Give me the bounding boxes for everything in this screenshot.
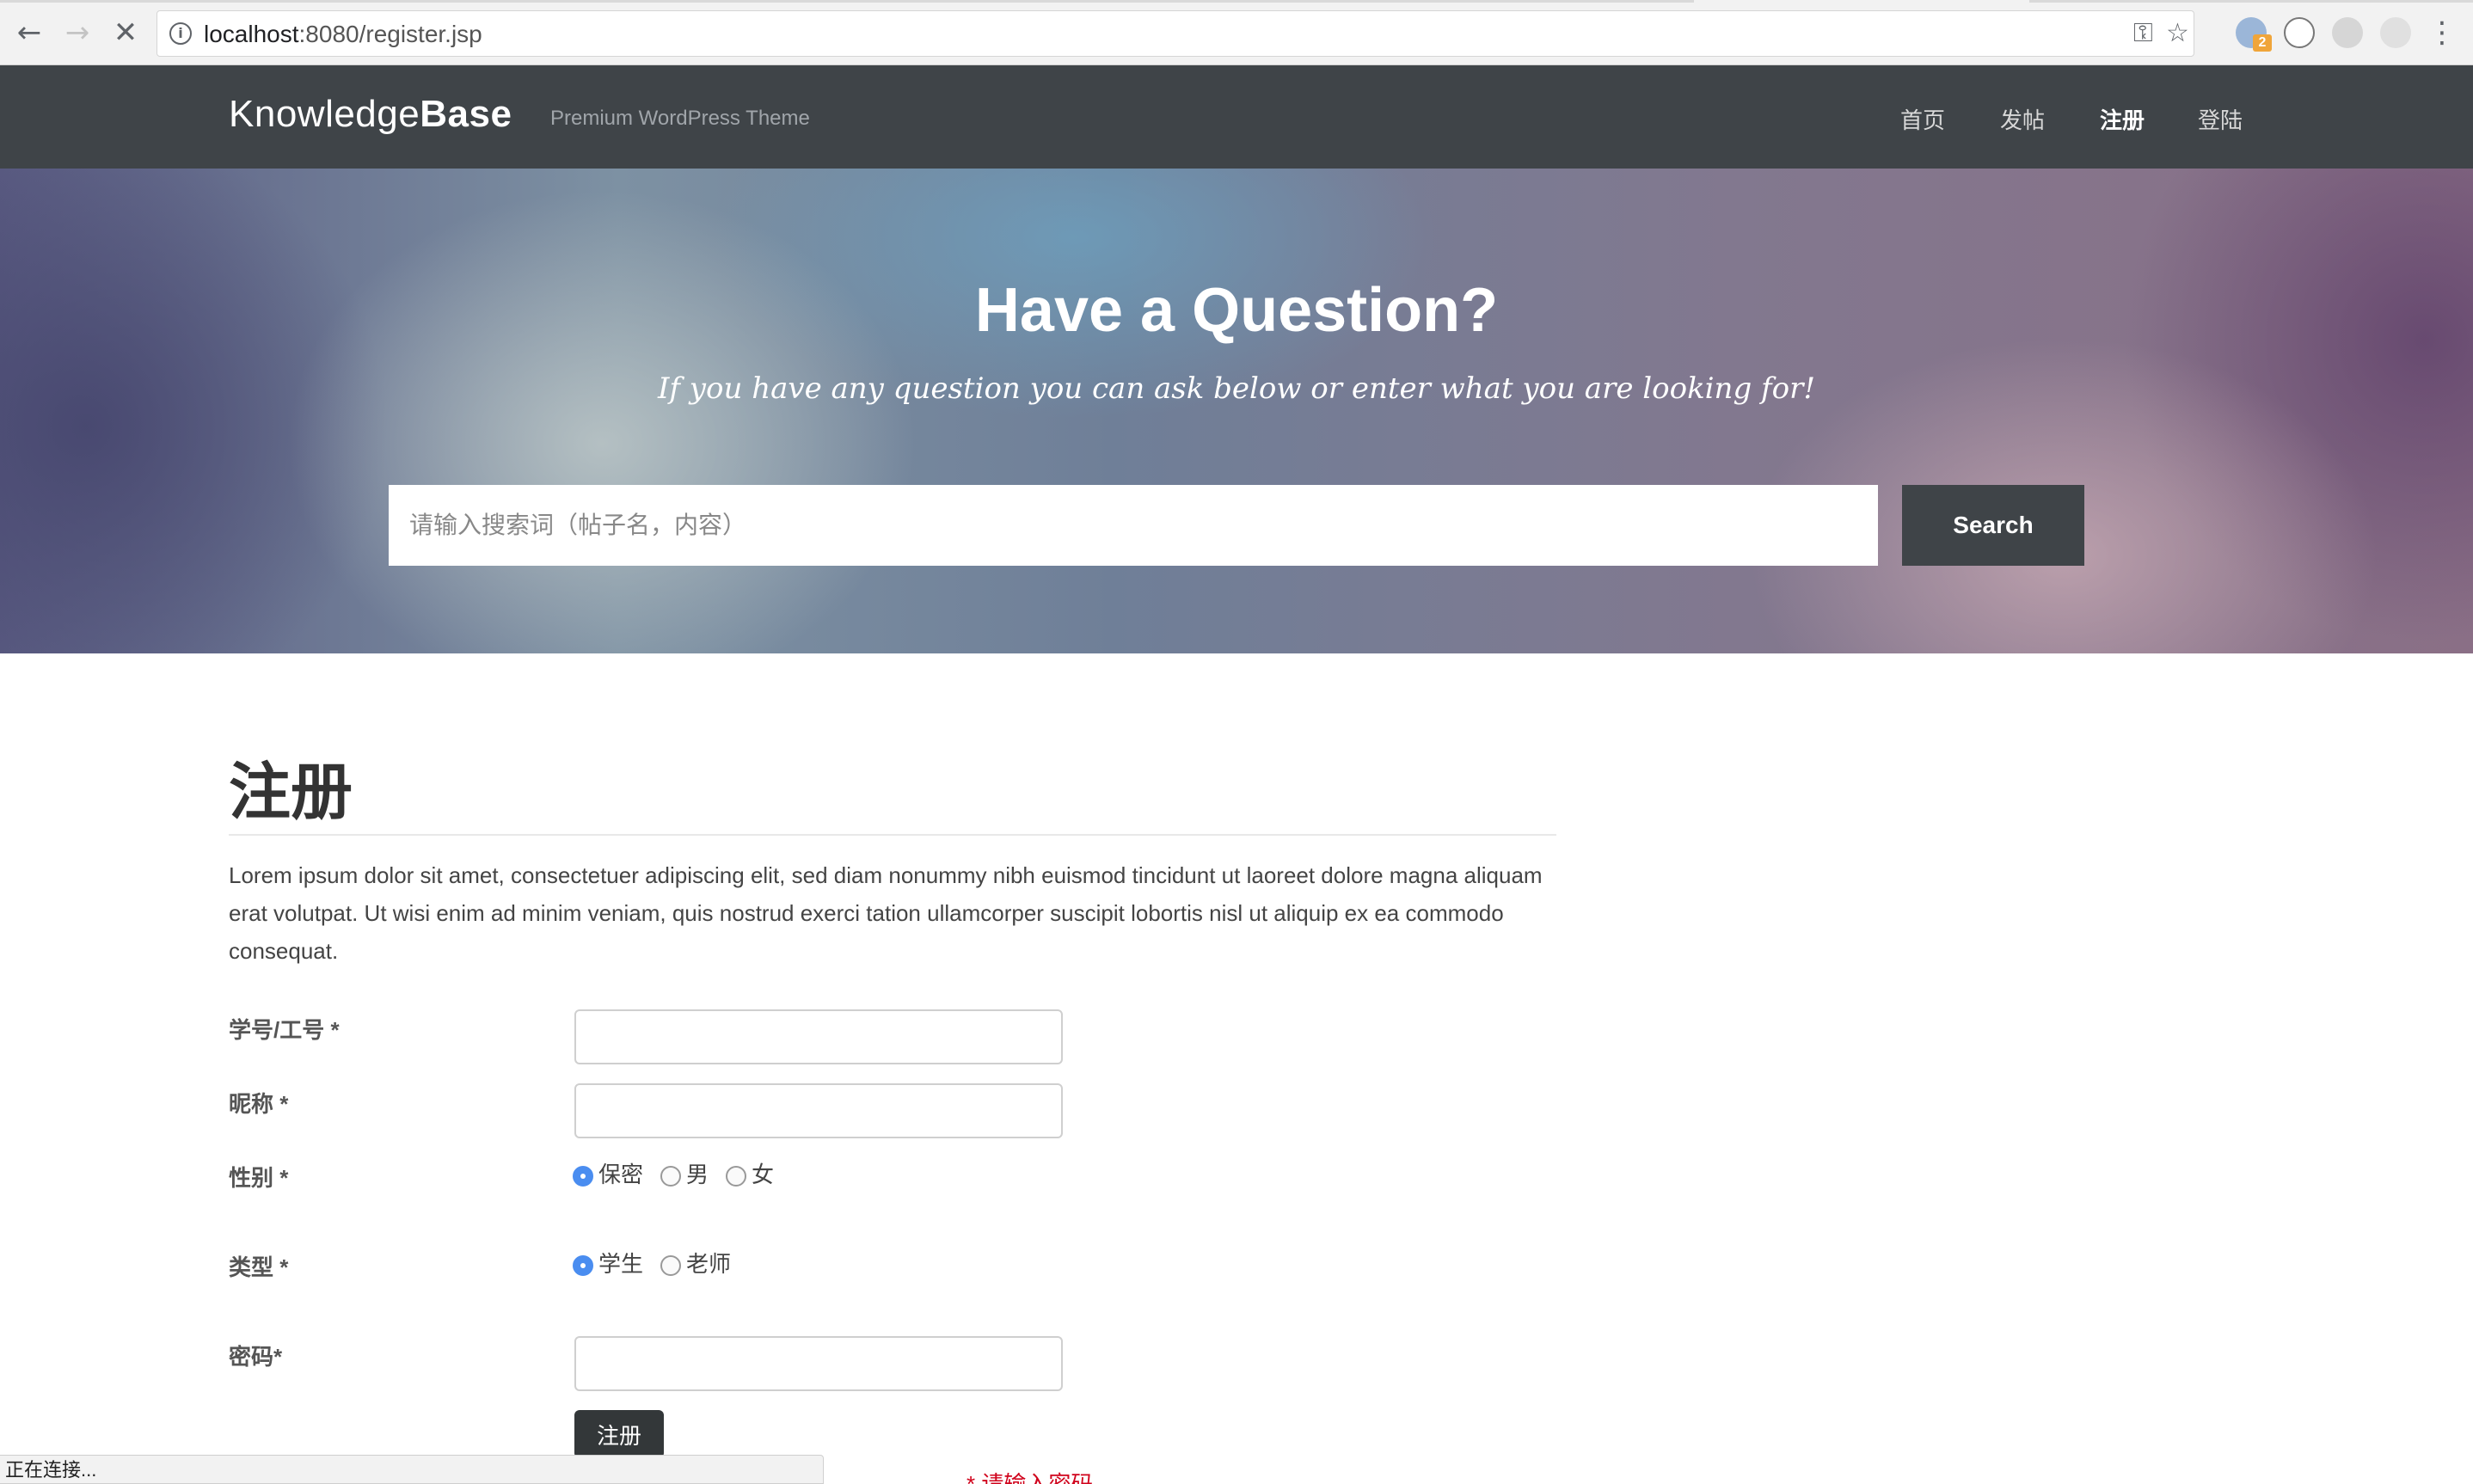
title-divider (229, 834, 1556, 836)
gender-radio-group: 保密 男 女 (573, 1157, 791, 1189)
type-option-label: 老师 (686, 1251, 732, 1277)
type-label: 类型 * (229, 1254, 289, 1280)
nickname-label: 昵称 * (229, 1091, 289, 1117)
logo-regular: Knowledge (229, 93, 420, 135)
extension-parachute-icon[interactable] (2332, 17, 2363, 48)
nav-item-register[interactable]: 注册 (2100, 103, 2145, 135)
nickname-field[interactable] (574, 1083, 1063, 1138)
gender-radio-male[interactable] (660, 1165, 682, 1187)
intro-text: Lorem ipsum dolor sit amet, consectetuer… (229, 862, 1543, 964)
type-radio-teacher[interactable] (660, 1254, 682, 1276)
student-id-label: 学号/工号 * (229, 1017, 340, 1043)
address-bar[interactable]: i localhost:8080/register.jsp ⚿ ☆ (156, 10, 2194, 57)
loading-progress-bar (0, 0, 1694, 3)
forward-icon[interactable]: → (60, 15, 95, 50)
extension-cat-icon[interactable] (2284, 17, 2315, 48)
gender-radio-secret[interactable] (573, 1165, 593, 1187)
site-logo[interactable]: KnowledgeBase (229, 93, 512, 136)
page-title: 注册 (229, 758, 353, 827)
browser-menu-icon[interactable]: ⋮ (2425, 15, 2459, 50)
url-text[interactable]: localhost:8080/register.jsp (204, 21, 482, 48)
nav-item-login[interactable]: 登陆 (2198, 103, 2243, 135)
password-label: 密码* (229, 1344, 283, 1370)
password-field[interactable] (574, 1336, 1063, 1391)
hero-banner: Have a Question? If you have any questio… (0, 169, 2473, 653)
url-host: localhost (204, 21, 299, 47)
logo-bold: Base (420, 93, 512, 135)
site-tagline: Premium WordPress Theme (550, 107, 810, 130)
extension-badge: 2 (2253, 34, 2272, 52)
nav-item-post[interactable]: 发帖 (2000, 103, 2045, 135)
gender-label: 性别 * (229, 1165, 289, 1191)
nav-item-home[interactable]: 首页 (1900, 103, 1945, 135)
browser-status-bar: 正在连接... (0, 1455, 824, 1484)
register-submit-button[interactable]: 注册 (574, 1410, 664, 1458)
search-button[interactable]: Search (1902, 485, 2084, 566)
type-radio-student[interactable] (573, 1254, 593, 1276)
stop-loading-icon[interactable]: ✕ (108, 15, 143, 50)
url-path: :8080/register.jsp (298, 21, 482, 47)
student-id-field[interactable] (574, 1009, 1063, 1064)
gender-radio-female[interactable] (726, 1165, 747, 1187)
gender-option-label: 男 (686, 1162, 709, 1187)
hero-title: Have a Question? (974, 276, 1499, 345)
back-icon[interactable]: ← (12, 15, 46, 50)
type-radio-group: 学生 老师 (573, 1247, 748, 1279)
loading-progress-bar-track (2029, 0, 2473, 3)
gender-option-label: 女 (752, 1162, 775, 1187)
password-key-icon[interactable]: ⚿ (2133, 18, 2153, 48)
site-info-icon[interactable]: i (169, 22, 192, 45)
type-option-label: 学生 (598, 1251, 644, 1277)
extension-bird-icon[interactable] (2380, 17, 2411, 48)
site-header: KnowledgeBase Premium WordPress Theme 首页… (0, 65, 2473, 169)
password-error-message: * 请输入密码 (966, 1471, 1094, 1484)
bookmark-star-icon[interactable]: ☆ (2166, 18, 2189, 48)
gender-option-label: 保密 (598, 1162, 644, 1187)
hero-subtitle: If you have any question you can ask bel… (657, 371, 1815, 406)
browser-toolbar: ← → ✕ i localhost:8080/register.jsp ⚿ ☆ … (0, 0, 2473, 65)
search-input[interactable] (389, 485, 1878, 566)
